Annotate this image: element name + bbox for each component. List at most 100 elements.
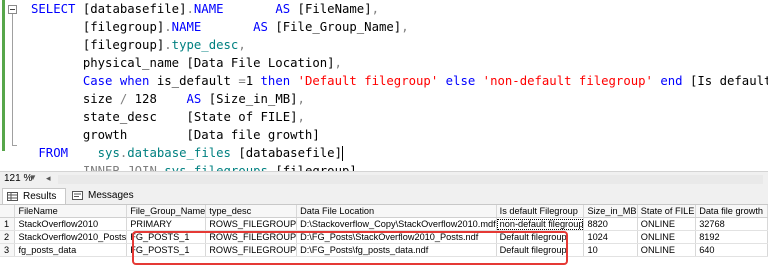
table-cell[interactable]: D:\Stackoverflow_Copy\StackOverflow2010.… [296,217,497,231]
code-token: sys [164,164,187,171]
code-text[interactable]: SELECT [databasefile].NAME AS [FileName]… [31,0,768,171]
column-header[interactable]: type_desc [205,205,298,218]
code-token: SELECT [31,2,83,16]
table-cell[interactable]: StackOverflow2010_Posts [14,230,128,244]
code-line[interactable]: growth [Data file growth] [31,126,768,144]
code-token: growth [Data file growth] [31,128,320,142]
code-token: [filegroup] [31,38,165,52]
table-cell[interactable]: ONLINE [637,243,697,257]
code-token: , [334,56,342,70]
code-token: [Is default FileGroup] [689,74,768,88]
sql-editor[interactable]: SELECT [databasefile].NAME AS [FileName]… [0,0,768,171]
code-token: . [164,38,172,52]
row-number[interactable]: 3 [0,243,16,257]
code-token: . [186,164,194,171]
code-token: type_desc [171,38,239,52]
tab-messages-label: Messages [88,190,134,201]
scroll-left-icon[interactable]: ◂ [46,173,51,184]
code-token: . [186,2,194,16]
table-cell[interactable]: 640 [695,243,768,257]
code-token: filegroups [193,164,268,171]
table-cell[interactable]: PRIMARY [126,217,207,231]
code-token: 'non-default filegroup' [482,74,653,88]
table-cell[interactable]: ONLINE [637,217,697,231]
highlight-box [132,231,568,265]
code-token: 1 [245,74,261,88]
results-tab-strip: Results Messages [0,187,768,205]
row-number[interactable]: 1 [0,217,16,231]
table-cell[interactable]: 1024 [583,230,638,244]
code-token: , [371,2,379,16]
column-header[interactable]: FileName [14,205,128,218]
table-cell[interactable]: 8192 [695,230,768,244]
horizontal-scrollbar[interactable] [58,175,763,184]
code-token: INNER JOIN [82,164,157,171]
table-cell[interactable]: StackOverflow2010 [14,217,128,231]
collapse-toggle[interactable] [8,5,17,14]
table-cell[interactable]: ROWS_FILEGROUP [205,217,298,231]
tab-results[interactable]: Results [2,188,66,204]
code-token: , [401,20,409,34]
code-token: [databasefile] [230,146,342,160]
code-line[interactable]: INNER JOIN sys.filegroups [filegroup] [31,162,768,171]
code-line[interactable]: physical_name [Data File Location], [31,54,768,72]
column-header[interactable]: Size_in_MB [583,205,638,218]
code-token: , [297,92,305,106]
row-number[interactable]: 2 [0,230,16,244]
code-line[interactable]: Case when is_default =1 then 'Default fi… [31,72,768,90]
code-line[interactable]: SELECT [databasefile].NAME AS [FileName]… [31,0,768,18]
code-token: FROM [31,146,69,160]
table-cell[interactable]: fg_posts_data [14,243,128,257]
column-header[interactable]: File_Group_Name [126,205,207,218]
code-token: AS [253,20,268,34]
code-token: NAME [193,2,224,16]
table-cell[interactable]: ONLINE [637,230,697,244]
messages-icon [72,191,83,200]
code-token: AS [186,92,202,106]
code-line[interactable]: [filegroup].NAME AS [File_Group_Name], [31,18,768,36]
code-line[interactable]: state_desc [State of FILE], [31,108,768,126]
table-cell[interactable]: non-default filegroup [496,217,585,231]
code-token: [databasefile] [82,2,187,16]
code-token: [FileName] [290,2,372,16]
code-line[interactable]: [filegroup].type_desc, [31,36,768,54]
column-header[interactable]: Is default Filegroup [496,205,585,218]
code-line[interactable]: FROM sys.database_files [databasefile] [31,144,768,162]
code-token: . [164,20,172,34]
code-token: NAME [171,20,202,34]
code-token: 'Default filegroup' [297,74,439,88]
table-cell[interactable]: 32768 [695,217,768,231]
editor-status-bar: 121 % ▼ ◂ [0,171,768,187]
code-token: then [260,74,291,88]
tab-messages[interactable]: Messages [68,188,144,204]
code-token: state_desc [State of FILE] [31,110,298,124]
zoom-dropdown-icon[interactable]: ▼ [29,173,37,182]
code-token: 128 [127,92,187,106]
table-row[interactable]: 1 StackOverflow2010 PRIMARY ROWS_FILEGROUP D… [0,217,768,231]
code-token: , [297,110,305,124]
change-margin [2,0,5,151]
text-cursor [342,146,343,161]
header-row: FileName File_Group_Name type_desc Data Fil… [0,205,768,218]
code-token: = [238,74,246,88]
code-line[interactable]: size / 128 AS [Size_in_MB], [31,90,768,108]
code-token: Case when [82,74,150,88]
code-token: end [660,74,683,88]
column-header[interactable]: State of FILE [637,205,697,218]
column-header[interactable]: Data File Location [296,205,497,218]
column-header[interactable]: Data file growth [695,205,768,218]
table-cell[interactable]: 8820 [583,217,638,231]
code-token: , [238,38,246,52]
code-token: [filegroup] [31,20,165,34]
fold-guide [12,14,13,146]
code-token: AS [275,2,291,16]
row-number-header[interactable] [0,205,16,218]
table-cell[interactable]: 10 [583,243,638,257]
